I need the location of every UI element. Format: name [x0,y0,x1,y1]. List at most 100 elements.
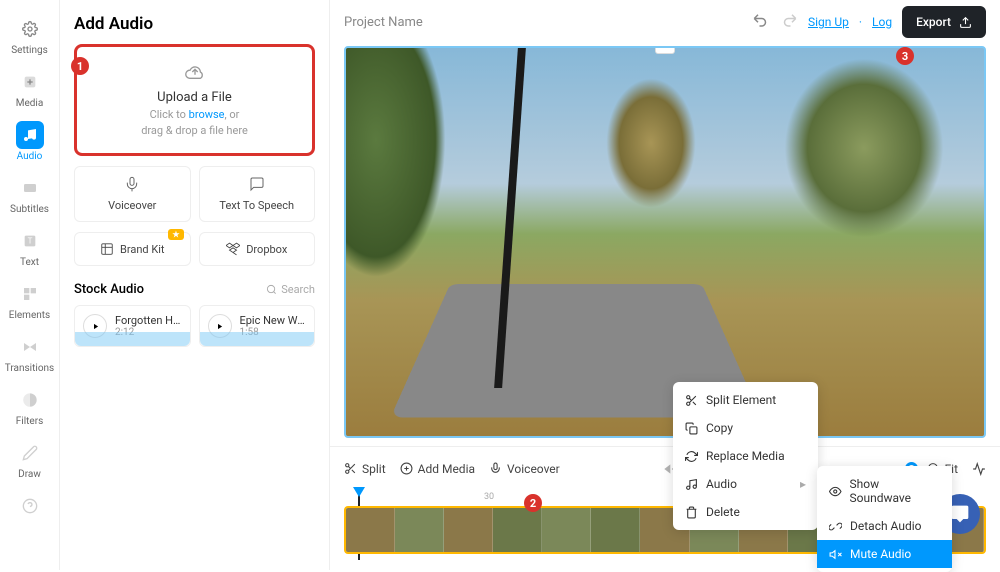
filters-icon [16,386,44,414]
signup-link[interactable]: Sign Up [808,15,849,29]
pencil-icon [16,439,44,467]
elements-icon [16,280,44,308]
music-note-icon [16,121,44,149]
subtitles-icon [16,174,44,202]
menu-audio[interactable]: Audio▸ [673,470,818,498]
rail-label: Media [16,98,44,109]
stock-name: Forgotten Heroes [115,314,182,327]
button-label: Brand Kit [120,243,165,256]
mic-icon [489,462,502,475]
voiceover-card[interactable]: Voiceover [74,166,191,222]
transitions-icon [16,333,44,361]
menu-delete[interactable]: Delete [673,498,818,526]
dropbox-icon [226,242,240,256]
video-preview[interactable] [344,46,986,438]
rail-label: Audio [17,151,43,162]
plus-square-icon [16,68,44,96]
scissors-icon [685,394,698,407]
rail-settings[interactable]: Settings [0,12,59,59]
copy-icon [685,422,698,435]
upload-title: Upload a File [157,90,232,105]
rail-audio[interactable]: Audio [0,118,59,165]
tts-card[interactable]: Text To Speech [199,166,316,222]
menu-replace-media[interactable]: Replace Media [673,442,818,470]
menu-split-element[interactable]: Split Element [673,386,818,414]
upload-dropzone[interactable]: Upload a File Click to browse, or drag &… [74,44,315,156]
audio-panel: Add Audio Upload a File Click to browse,… [60,0,330,570]
new-badge: ★ [168,229,183,240]
music-icon [685,478,698,491]
audio-submenu: Show Soundwave Detach Audio Mute Audio [817,466,952,572]
stock-name: Epic New Wor [240,314,307,327]
trash-icon [685,506,698,519]
rail-label: Elements [9,310,50,321]
rail-elements[interactable]: Elements [0,277,59,324]
upload-subtitle-2: drag & drop a file here [141,124,248,137]
menu-mute-audio[interactable]: Mute Audio [817,540,952,568]
undo-button[interactable] [752,11,770,33]
annotation-badge-1: 1 [71,57,89,75]
dropbox-button[interactable]: Dropbox [199,232,316,266]
split-button[interactable]: Split [344,462,386,476]
menu-detach-audio[interactable]: Detach Audio [817,512,952,540]
chat-icon [950,504,970,524]
stock-audio-item[interactable]: Forgotten Heroes 2:12 [74,305,191,347]
button-label: Dropbox [246,243,287,256]
brandkit-button[interactable]: ★ Brand Kit [74,232,191,266]
panel-title: Add Audio [74,14,315,34]
cloud-upload-icon [184,63,206,85]
stock-search[interactable]: Search [266,283,315,296]
waveform-icon [75,332,190,346]
upload-subtitle: Click to browse, or [150,108,240,121]
export-label: Export [916,15,951,29]
rail-help[interactable] [0,489,59,523]
rail-subtitles[interactable]: Subtitles [0,171,59,218]
rail-label: Text [20,257,39,268]
stock-audio-item[interactable]: Epic New Wor 1:58 [199,305,316,347]
context-menu: Split Element Copy Replace Media Audio▸ … [673,382,818,530]
rail-label: Subtitles [10,204,49,215]
plus-circle-icon [400,462,413,475]
refresh-icon [685,450,698,463]
text-icon: T [16,227,44,255]
project-title[interactable]: Project Name [344,15,742,30]
speech-icon [249,176,265,195]
login-link[interactable]: Log [872,15,892,29]
rail-filters[interactable]: Filters [0,383,59,430]
waveform-toggle[interactable] [972,462,986,476]
rail-transitions[interactable]: Transitions [0,330,59,377]
waveform-icon [200,332,315,346]
menu-show-soundwave[interactable]: Show Soundwave [817,470,952,512]
unlink-icon [829,520,842,533]
brandkit-icon [100,242,114,256]
rail-label: Settings [11,45,48,56]
rail-media[interactable]: Media [0,65,59,112]
card-label: Text To Speech [219,199,294,212]
rail-label: Draw [18,469,41,480]
topbar: Project Name Sign Up · Log Export [330,0,1000,44]
help-icon [16,492,44,520]
annotation-badge-2: 2 [524,494,542,512]
add-media-button[interactable]: Add Media [400,462,475,476]
stock-title: Stock Audio [74,282,144,297]
annotation-badge-3: 3 [896,47,914,65]
gear-icon [16,15,44,43]
activity-icon [972,462,986,476]
scissors-icon [344,462,357,475]
rail-text[interactable]: T Text [0,224,59,271]
rotate-handle-icon[interactable] [655,46,675,54]
voiceover-button[interactable]: Voiceover [489,462,560,476]
card-label: Voiceover [108,199,156,212]
rail-label: Filters [16,416,44,427]
rail-label: Transitions [5,363,54,374]
side-rail: Settings Media Audio Subtitles T Text El… [0,0,60,570]
export-button[interactable]: Export [902,6,986,38]
search-icon [266,284,277,295]
mute-icon [829,548,842,561]
menu-copy[interactable]: Copy [673,414,818,442]
redo-button[interactable] [780,11,798,33]
eye-icon [829,485,842,498]
chevron-right-icon: ▸ [800,477,806,491]
mic-icon [124,176,140,195]
rail-draw[interactable]: Draw [0,436,59,483]
